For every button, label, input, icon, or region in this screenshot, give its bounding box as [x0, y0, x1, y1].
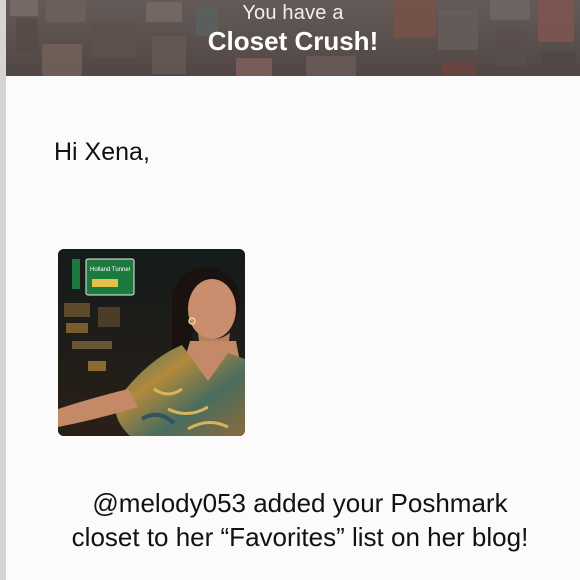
- email-page: You have a Closet Crush! Hi Xena, Hollan…: [0, 0, 580, 580]
- greeting-text: Hi Xena,: [54, 138, 150, 166]
- banner-title: Closet Crush!: [207, 26, 379, 56]
- banner-subtitle: You have a: [242, 2, 344, 24]
- left-edge-strip: [0, 0, 6, 580]
- avatar[interactable]: Holland Tunnel: [58, 249, 245, 436]
- header-banner: You have a Closet Crush!: [6, 0, 580, 76]
- highway-sign-text: Holland Tunnel: [90, 267, 130, 273]
- avatar-photo: Holland Tunnel: [58, 249, 245, 436]
- notification-message: @melody053 added your Poshmark closet to…: [71, 488, 529, 552]
